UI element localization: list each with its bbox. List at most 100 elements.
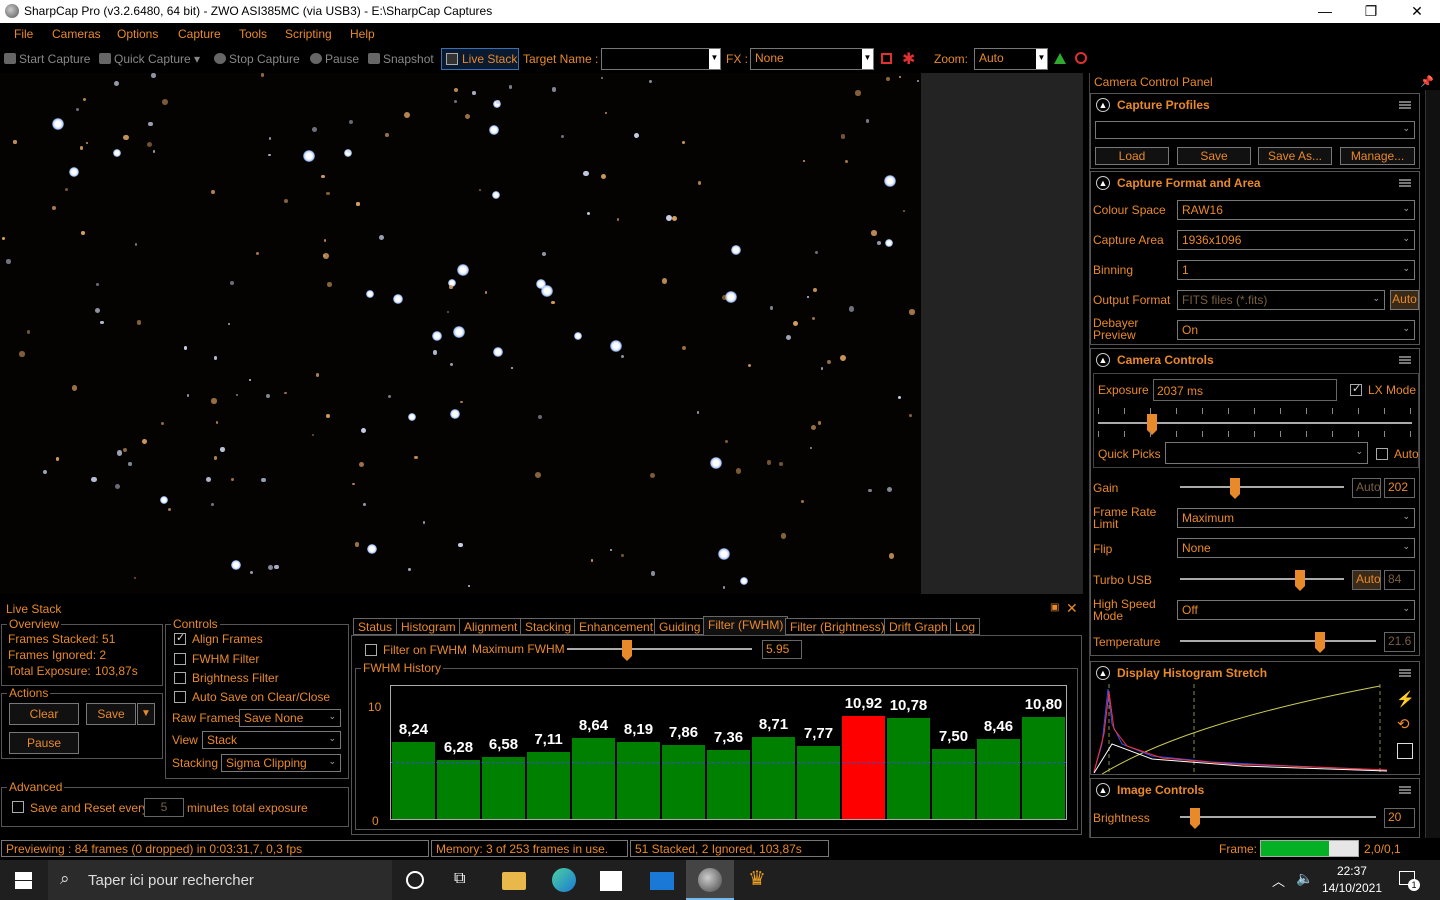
stellarium-icon[interactable]: ♛ <box>748 866 772 890</box>
section-menu-icon[interactable] <box>1399 356 1411 364</box>
histogram-icon[interactable] <box>1054 53 1066 64</box>
tab-drift-graph[interactable]: Drift Graph <box>884 618 953 635</box>
menu-cameras[interactable]: Cameras <box>52 27 101 41</box>
gain-slider[interactable] <box>1180 486 1344 488</box>
quick-picks-auto-checkbox[interactable] <box>1376 448 1388 460</box>
gain-slider-thumb[interactable] <box>1230 478 1240 499</box>
target-name-input[interactable]: ▼ <box>601 48 721 70</box>
capture-area-select[interactable]: 1936x1096 ⌄ <box>1177 230 1415 250</box>
edge-icon[interactable] <box>552 868 576 892</box>
save-options-dropdown[interactable]: ▼ <box>137 703 155 725</box>
cortana-icon[interactable] <box>406 871 424 889</box>
brightness-slider-thumb[interactable] <box>1190 808 1200 829</box>
taskbar-clock[interactable]: 22:37 14/10/2021 <box>1322 863 1382 897</box>
capture-profile-select[interactable]: ⌄ <box>1095 121 1415 139</box>
tab-histogram[interactable]: Histogram <box>396 618 461 635</box>
show-hidden-icons[interactable]: ︿ <box>1272 871 1285 890</box>
volume-icon[interactable]: 🔈 <box>1296 870 1313 887</box>
zoom-select[interactable]: Auto ▼ <box>974 48 1048 70</box>
binning-select[interactable]: 1 ⌄ <box>1177 260 1415 280</box>
camera-preview-image[interactable] <box>0 73 921 594</box>
section-menu-icon[interactable] <box>1399 179 1411 187</box>
exposure-slider-thumb[interactable] <box>1147 414 1157 435</box>
brightness-filter-checkbox[interactable] <box>174 672 186 684</box>
section-menu-icon[interactable] <box>1399 669 1411 677</box>
focus-assist-icon[interactable] <box>1075 52 1087 64</box>
collapse-icon[interactable]: ▲ <box>1096 666 1110 680</box>
collapse-icon[interactable]: ▲ <box>1096 98 1110 112</box>
save-reset-minutes-input[interactable]: 5 <box>144 798 184 817</box>
exposure-input[interactable]: 2037 ms <box>1153 379 1337 401</box>
collapse-icon[interactable]: ▲ <box>1096 353 1110 367</box>
crosshair-icon[interactable]: ✱ <box>902 49 915 69</box>
capture-profiles-header[interactable]: ▲ Capture Profiles <box>1091 94 1419 116</box>
menu-scripting[interactable]: Scripting <box>285 27 332 41</box>
windows-start-icon[interactable] <box>15 872 32 889</box>
profile-save-button[interactable]: Save <box>1177 147 1251 165</box>
menu-tools[interactable]: Tools <box>239 27 267 41</box>
maximum-fwhm-slider-thumb[interactable] <box>622 640 632 661</box>
frame-rate-select[interactable]: Maximum ⌄ <box>1177 508 1415 528</box>
pin-icon[interactable]: 📌 <box>1420 75 1434 88</box>
menu-help[interactable]: Help <box>350 27 375 41</box>
reset-icon[interactable]: ⟲ <box>1397 715 1410 733</box>
save-reset-checkbox[interactable] <box>12 801 24 813</box>
start-capture-button[interactable]: Start Capture <box>4 52 90 66</box>
tab-status[interactable]: Status <box>353 618 398 635</box>
collapse-icon[interactable]: ▲ <box>1096 783 1110 797</box>
tab-stacking[interactable]: Stacking <box>520 618 577 635</box>
tab-alignment[interactable]: Alignment <box>459 618 523 635</box>
minimize-button[interactable]: — <box>1302 0 1348 23</box>
snapshot-button[interactable]: Snapshot <box>368 52 434 66</box>
maximize-button[interactable]: ❐ <box>1348 0 1394 23</box>
mail-icon[interactable] <box>650 872 674 890</box>
maximum-fwhm-input[interactable]: 5.95 <box>762 640 802 659</box>
view-select[interactable]: Stack ⌄ <box>202 731 341 749</box>
sharpcap-taskbar-button[interactable] <box>686 860 734 900</box>
save-icon[interactable] <box>1397 743 1413 759</box>
menu-capture[interactable]: Capture <box>178 27 221 41</box>
lightning-icon[interactable]: ⚡ <box>1396 690 1415 708</box>
profile-save-as-button[interactable]: Save As... <box>1258 147 1332 165</box>
store-icon[interactable] <box>600 871 622 891</box>
quick-capture-button[interactable]: Quick Capture ▾ <box>99 52 200 66</box>
brightness-slider[interactable] <box>1180 816 1376 818</box>
pause-stack-button[interactable]: Pause <box>9 732 79 754</box>
align-frames-checkbox[interactable] <box>174 631 186 645</box>
fwhm-filter-checkbox[interactable] <box>174 653 186 665</box>
pin-icon[interactable]: ▣ <box>1050 602 1059 613</box>
section-menu-icon[interactable] <box>1399 101 1411 109</box>
close-icon[interactable]: ✕ <box>1066 600 1078 617</box>
profile-load-button[interactable]: Load <box>1095 147 1169 165</box>
lx-mode-checkbox[interactable] <box>1350 382 1362 396</box>
auto-save-checkbox[interactable] <box>174 691 186 703</box>
flip-select[interactable]: None ⌄ <box>1177 538 1415 558</box>
selection-area-icon[interactable] <box>881 53 892 64</box>
maximum-fwhm-slider[interactable] <box>567 648 752 650</box>
histogram-stretch-header[interactable]: ▲ Display Histogram Stretch <box>1091 662 1419 684</box>
exposure-slider[interactable] <box>1098 422 1412 424</box>
tab-log[interactable]: Log <box>950 618 981 635</box>
image-controls-header[interactable]: ▲ Image Controls <box>1091 779 1419 801</box>
file-explorer-icon[interactable] <box>502 872 526 890</box>
gain-input[interactable]: 202 <box>1384 478 1415 498</box>
camera-panel-scrollbar[interactable] <box>1425 90 1440 838</box>
menu-options[interactable]: Options <box>117 27 158 41</box>
clear-button[interactable]: Clear <box>9 703 79 725</box>
gain-auto-button[interactable]: Auto <box>1352 478 1381 498</box>
section-menu-icon[interactable] <box>1399 786 1411 794</box>
raw-frames-select[interactable]: Save None ⌄ <box>239 709 341 727</box>
colour-space-select[interactable]: RAW16 ⌄ <box>1177 200 1415 220</box>
profile-manage-button[interactable]: Manage... <box>1340 147 1415 165</box>
camera-controls-header[interactable]: ▲ Camera Controls <box>1091 349 1419 371</box>
filter-on-fwhm-checkbox[interactable] <box>365 644 377 656</box>
debayer-preview-select[interactable]: On ⌄ <box>1177 320 1415 340</box>
collapse-icon[interactable]: ▲ <box>1096 176 1110 190</box>
capture-format-header[interactable]: ▲ Capture Format and Area <box>1091 172 1419 194</box>
task-view-icon[interactable]: ⧉ <box>454 870 478 894</box>
stacking-select[interactable]: Sigma Clipping ⌄ <box>221 754 341 772</box>
notification-icon[interactable]: 1 <box>1399 871 1420 891</box>
output-format-select[interactable]: FITS files (*.fits) ⌄ <box>1177 290 1385 310</box>
pause-button[interactable]: Pause <box>310 52 359 66</box>
stop-capture-button[interactable]: Stop Capture <box>214 52 300 66</box>
